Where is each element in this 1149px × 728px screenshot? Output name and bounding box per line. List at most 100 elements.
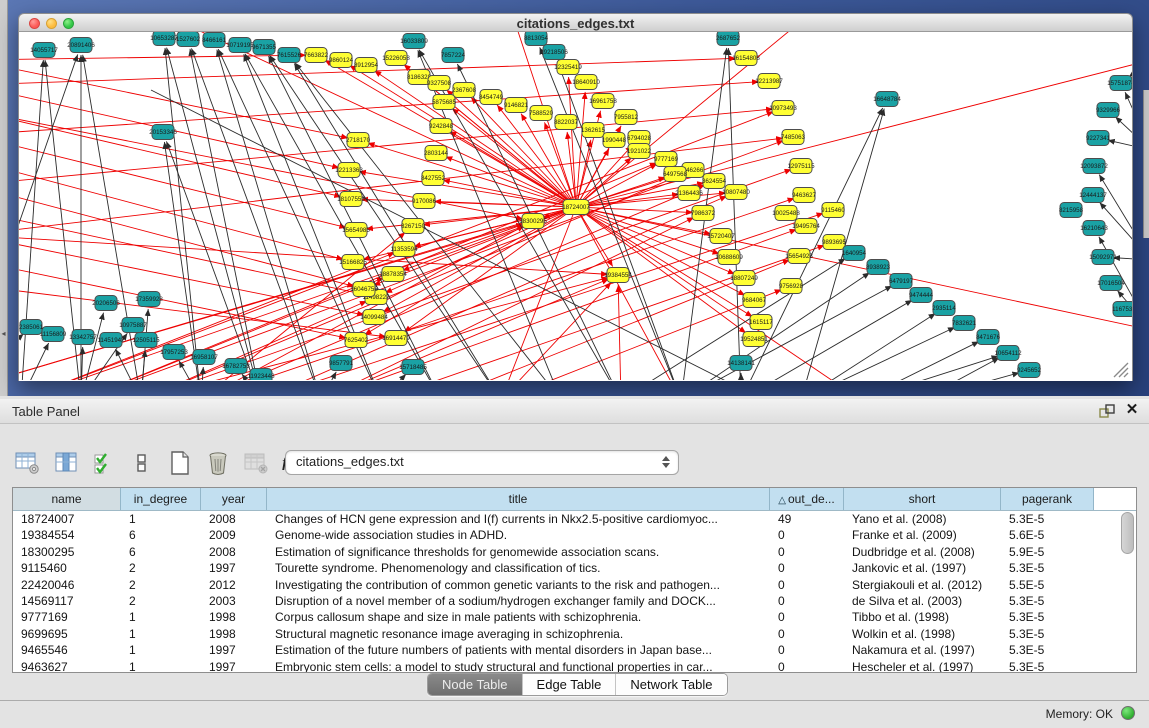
graph-node[interactable]: 7588520	[529, 106, 554, 121]
cell-in_degree[interactable]: 2	[121, 560, 201, 576]
graph-node[interactable]: 9474444	[909, 288, 934, 303]
graph-node[interactable]: 7663822	[304, 48, 329, 63]
graph-node[interactable]: 2367608	[452, 83, 477, 98]
graph-node[interactable]: 9227341	[1086, 131, 1111, 146]
window-titlebar[interactable]: citations_edges.txt	[18, 13, 1133, 32]
graph-node[interactable]: 9463627	[792, 188, 817, 203]
cell-pagerank[interactable]: 5.3E-5	[1001, 560, 1094, 576]
graph-node[interactable]: 19524851	[740, 332, 768, 347]
cell-in_degree[interactable]: 1	[121, 659, 201, 673]
table-row[interactable]: 969969511998Structural magnetic resonanc…	[13, 626, 1136, 642]
new-table-icon[interactable]	[166, 450, 193, 476]
cell-title[interactable]: Genome-wide association studies in ADHD.	[267, 527, 770, 543]
cell-name[interactable]: 19384554	[13, 527, 121, 543]
cell-in_degree[interactable]: 1	[121, 642, 201, 658]
cell-out_de[interactable]: 0	[770, 577, 844, 593]
graph-node[interactable]: 16961758	[589, 94, 617, 109]
graph-node[interactable]: 12975115	[787, 159, 815, 174]
graph-node[interactable]: 15092971	[1089, 250, 1117, 265]
cell-in_degree[interactable]: 1	[121, 609, 201, 625]
column-header-in_degree[interactable]: in_degree	[121, 488, 201, 510]
graph-edge[interactable]	[801, 327, 955, 380]
graph-node[interactable]: 15720407	[707, 229, 735, 244]
graph-node[interactable]: 15654923	[785, 249, 813, 264]
cell-name[interactable]: 18300295	[13, 544, 121, 560]
graph-edge[interactable]	[19, 110, 341, 197]
cell-pagerank[interactable]: 5.3E-5	[1001, 659, 1094, 673]
graph-edge[interactable]	[801, 313, 936, 380]
cell-title[interactable]: Tourette syndrome. Phenomenology and cla…	[267, 560, 770, 576]
graph-node[interactable]: 9857791	[329, 356, 354, 371]
graph-node[interactable]: 13342757	[69, 330, 97, 345]
graph-node[interactable]: 5875685	[432, 95, 457, 110]
tab-node-table[interactable]: Node Table	[428, 674, 523, 695]
table-row[interactable]: 2242004622012Investigating the contribut…	[13, 577, 1136, 593]
graph-node[interactable]: 2935114	[932, 301, 956, 316]
cell-short[interactable]: Hescheler et al. (1997)	[844, 659, 1001, 673]
graph-node[interactable]: 17957253	[160, 345, 188, 360]
graph-edge[interactable]	[1125, 92, 1132, 150]
graph-node[interactable]: 14099484	[360, 310, 388, 325]
graph-node[interactable]: 15654985	[342, 223, 370, 238]
graph-edge[interactable]	[576, 194, 679, 207]
cell-out_de[interactable]: 0	[770, 626, 844, 642]
cell-in_degree[interactable]: 6	[121, 544, 201, 560]
table-row[interactable]: 1830029562008Estimation of significance …	[13, 544, 1136, 560]
table-settings-icon[interactable]	[14, 450, 41, 476]
cell-in_degree[interactable]: 2	[121, 577, 201, 593]
graph-node[interactable]: 19384554	[604, 268, 632, 283]
graph-edge[interactable]	[861, 341, 979, 380]
graph-node[interactable]: 18878354	[379, 267, 407, 282]
graph-node[interactable]: 9245652	[1017, 363, 1042, 378]
graph-node[interactable]: 18107553	[337, 192, 365, 207]
float-panel-icon[interactable]	[1098, 403, 1116, 419]
graph-node[interactable]: 19218506	[540, 45, 568, 60]
graph-node[interactable]: 10654112	[994, 346, 1022, 361]
graph-node[interactable]: 2385061	[19, 320, 44, 335]
graph-edge[interactable]	[1099, 175, 1132, 260]
graph-node[interactable]: 8215958	[1059, 203, 1084, 218]
left-panel-divider[interactable]: ◂	[0, 0, 8, 396]
cell-short[interactable]: Stergiakouli et al. (2012)	[844, 577, 1001, 593]
graph-node[interactable]: 11353594	[390, 242, 418, 257]
graph-node[interactable]: 9860124	[329, 53, 354, 68]
graph-node[interactable]: 12213987	[755, 74, 783, 89]
graph-node[interactable]: 14138141	[727, 356, 755, 371]
table-vertical-scrollbar[interactable]	[1121, 512, 1134, 670]
graph-edge[interactable]	[618, 285, 621, 380]
cell-year[interactable]: 1998	[201, 609, 267, 625]
cell-in_degree[interactable]: 2	[121, 593, 201, 609]
graph-node[interactable]: 8912954	[354, 58, 379, 73]
cell-year[interactable]: 2009	[201, 527, 267, 543]
cell-name[interactable]: 14569117	[13, 593, 121, 609]
graph-node[interactable]: 10719195	[226, 38, 254, 53]
graph-node[interactable]: 16648784	[873, 92, 901, 107]
cell-title[interactable]: Changes of HCN gene expression and I(f) …	[267, 511, 770, 527]
graph-node[interactable]: 9893695	[822, 235, 847, 250]
cell-out_de[interactable]: 49	[770, 511, 844, 527]
graph-node[interactable]: 20206506	[92, 296, 120, 311]
graph-node[interactable]: 11923448	[247, 369, 275, 381]
graph-node[interactable]: 18300295	[519, 214, 547, 229]
graph-node[interactable]: 20153346	[149, 125, 177, 140]
graph-node[interactable]: 1527602	[176, 32, 201, 47]
graph-node[interactable]: 12325419	[554, 60, 582, 75]
graph-node[interactable]: 21364436	[675, 186, 703, 201]
cell-pagerank[interactable]: 5.5E-5	[1001, 577, 1094, 593]
graph-node[interactable]: 1362615	[581, 123, 606, 138]
cell-year[interactable]: 1997	[201, 560, 267, 576]
graph-node[interactable]: 16046756	[350, 282, 378, 297]
close-panel-icon[interactable]: ✕	[1124, 402, 1140, 418]
graph-node[interactable]: 9242848	[429, 119, 454, 134]
cell-title[interactable]: Investigating the contribution of common…	[267, 577, 770, 593]
select-all-icon[interactable]	[90, 450, 117, 476]
cell-name[interactable]: 18724007	[13, 511, 121, 527]
graph-edge[interactable]	[861, 356, 998, 380]
graph-node[interactable]: 7485063	[781, 130, 806, 145]
graph-edge[interactable]	[19, 185, 354, 286]
cell-name[interactable]: 9777169	[13, 609, 121, 625]
cell-out_de[interactable]: 0	[770, 593, 844, 609]
graph-node[interactable]: 9146821	[504, 98, 529, 113]
graph-node[interactable]: 8466161	[202, 33, 227, 48]
graph-node[interactable]: 2803144	[424, 146, 449, 161]
